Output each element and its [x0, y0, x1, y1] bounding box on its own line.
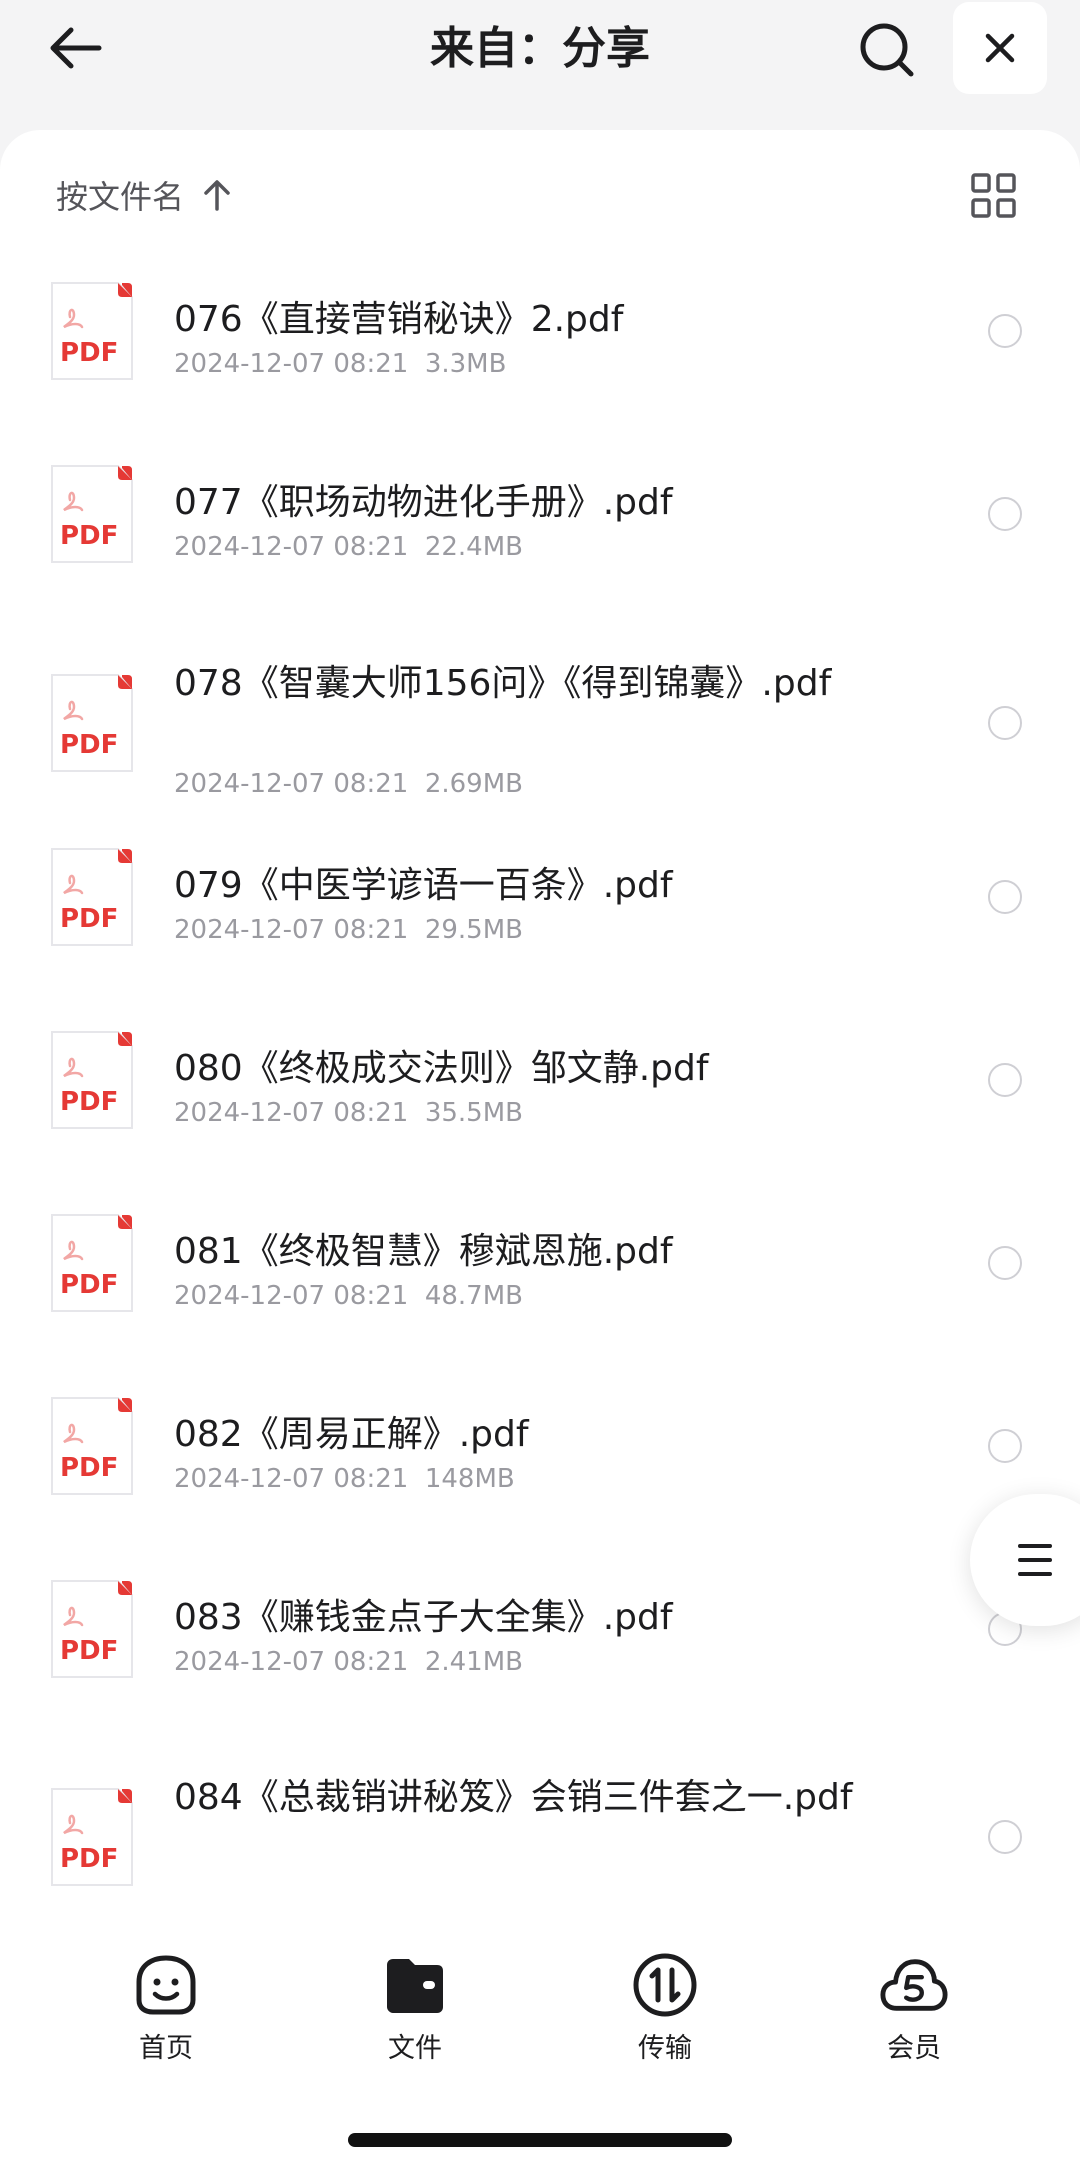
- file-meta: 2024-12-07 08:21 2.69MB: [174, 766, 523, 802]
- pdf-label: PDF: [60, 338, 118, 368]
- file-size: 2.41MB: [424, 1647, 523, 1677]
- select-radio[interactable]: [988, 706, 1022, 740]
- menu-icon: [1018, 1544, 1052, 1576]
- nav-item-member[interactable]: 会员: [824, 1950, 1004, 2070]
- file-meta: 2024-12-07 08:21 148MB: [174, 1461, 515, 1497]
- nav-item-files[interactable]: 文件: [325, 1950, 505, 2070]
- file-date: 2024-12-07 08:21: [174, 915, 409, 945]
- file-name: 080《终极成交法则》邹文静.pdf: [174, 1048, 709, 1089]
- nav-item-transfer[interactable]: 传输: [575, 1950, 755, 2070]
- file-sheet: 按文件名 PDF 076《直接营销秘诀》2.pdf 2024-12-07 08:21…: [0, 130, 1080, 2172]
- file-name: 081《终极智慧》穆斌恩施.pdf: [174, 1231, 673, 1272]
- file-name: 084《总裁销讲秘笈》会销三件套之一.pdf: [174, 1777, 853, 1818]
- sort-control[interactable]: 按文件名: [56, 170, 232, 220]
- grid-icon: [971, 173, 1016, 218]
- select-radio[interactable]: [988, 1063, 1022, 1097]
- select-radio[interactable]: [988, 497, 1022, 531]
- pdf-label: PDF: [60, 730, 118, 760]
- pdf-label: PDF: [60, 904, 118, 934]
- smile-face-icon: [136, 1955, 196, 2015]
- search-button[interactable]: [852, 18, 922, 82]
- pdf-file-icon: PDF: [50, 673, 134, 773]
- pdf-file-icon: PDF: [50, 1213, 134, 1313]
- nav-label: 传输: [638, 2033, 692, 2064]
- close-button[interactable]: [953, 2, 1047, 94]
- file-name: 078《智囊大师156问》《得到锦囊》.pdf: [174, 663, 832, 704]
- home-indicator: [348, 2133, 732, 2147]
- cloud-icon: [880, 1959, 948, 2011]
- file-meta: 2024-12-07 08:21 35.5MB: [174, 1095, 523, 1131]
- arrow-up-icon: [204, 180, 230, 211]
- app-root: 来自：分享 按文件名 PDF 076《直接营销秘诀》2.pdf 2024-12-…: [0, 0, 1080, 2172]
- pdf-label: PDF: [60, 1270, 118, 1300]
- file-row[interactable]: PDF 082《周易正解》.pdf 2024-12-07 08:21 148MB: [0, 1395, 1080, 1537]
- file-meta: [174, 1880, 191, 1916]
- select-radio[interactable]: [988, 314, 1022, 348]
- file-name: 083《赚钱金点子大全集》.pdf: [174, 1597, 673, 1638]
- pdf-file-icon: PDF: [50, 1787, 134, 1887]
- pdf-label: PDF: [60, 1087, 118, 1117]
- select-radio[interactable]: [988, 880, 1022, 914]
- folder-icon: [387, 1959, 443, 2013]
- select-radio[interactable]: [988, 1820, 1022, 1854]
- file-size: 2.69MB: [424, 769, 523, 799]
- file-size: 29.5MB: [424, 915, 523, 945]
- pdf-label: PDF: [60, 1844, 118, 1874]
- pdf-label: PDF: [60, 521, 118, 551]
- file-size: 22.4MB: [424, 532, 523, 562]
- pdf-file-icon: PDF: [50, 847, 134, 947]
- file-date: 2024-12-07 08:21: [174, 1647, 409, 1677]
- pdf-label: PDF: [60, 1636, 118, 1666]
- file-meta: 2024-12-07 08:21 48.7MB: [174, 1278, 523, 1314]
- pdf-file-icon: PDF: [50, 1579, 134, 1679]
- file-meta: 2024-12-07 08:21 3.3MB: [174, 346, 506, 382]
- file-date: 2024-12-07 08:21: [174, 769, 409, 799]
- file-date: 2024-12-07 08:21: [174, 1098, 409, 1128]
- pdf-file-icon: PDF: [50, 281, 134, 381]
- file-row[interactable]: PDF 077《职场动物进化手册》.pdf 2024-12-07 08:21 22.…: [0, 463, 1080, 605]
- file-list: PDF 076《直接营销秘诀》2.pdf 2024-12-07 08:21 3.3M…: [0, 280, 1080, 2060]
- file-row[interactable]: PDF 080《终极成交法则》邹文静.pdf 2024-12-07 08:21 35…: [0, 1029, 1080, 1171]
- search-icon: [860, 23, 914, 77]
- file-date: 2024-12-07 08:21: [174, 532, 409, 562]
- file-date: 2024-12-07 08:21: [174, 1464, 409, 1494]
- nav-item-home[interactable]: 首页: [76, 1950, 256, 2070]
- file-size: 35.5MB: [424, 1098, 523, 1128]
- file-row[interactable]: PDF 078《智囊大师156问》《得到锦囊》.pdf 2024-12-07 08:…: [0, 644, 1080, 842]
- nav-label: 首页: [139, 2033, 193, 2064]
- close-icon: [985, 33, 1015, 63]
- file-row[interactable]: PDF 083《赚钱金点子大全集》.pdf 2024-12-07 08:21 2.4…: [0, 1578, 1080, 1720]
- file-meta: 2024-12-07 08:21 29.5MB: [174, 912, 523, 948]
- select-radio[interactable]: [988, 1246, 1022, 1280]
- header: 来自：分享: [0, 0, 1080, 120]
- file-meta: 2024-12-07 08:21 22.4MB: [174, 529, 523, 565]
- file-name: 076《直接营销秘诀》2.pdf: [174, 299, 624, 340]
- nav-label: 会员: [887, 2033, 941, 2064]
- grid-view-button[interactable]: [968, 170, 1020, 222]
- file-row[interactable]: PDF 084《总裁销讲秘笈》会销三件套之一.pdf: [0, 1758, 1080, 1956]
- file-name: 079《中医学谚语一百条》.pdf: [174, 865, 673, 906]
- pdf-label: PDF: [60, 1453, 118, 1483]
- file-row[interactable]: PDF 079《中医学谚语一百条》.pdf 2024-12-07 08:21 29.…: [0, 846, 1080, 988]
- pdf-file-icon: PDF: [50, 1396, 134, 1496]
- select-radio[interactable]: [988, 1429, 1022, 1463]
- file-name: 077《职场动物进化手册》.pdf: [174, 482, 673, 523]
- file-size: 148MB: [424, 1464, 515, 1494]
- transfer-icon: [633, 1953, 697, 2017]
- file-date: 2024-12-07 08:21: [174, 349, 409, 379]
- file-name: 082《周易正解》.pdf: [174, 1414, 529, 1455]
- file-size: 3.3MB: [424, 349, 507, 379]
- file-date: 2024-12-07 08:21: [174, 1281, 409, 1311]
- file-size: 48.7MB: [424, 1281, 523, 1311]
- sort-label: 按文件名: [56, 178, 185, 216]
- pdf-file-icon: PDF: [50, 1030, 134, 1130]
- file-row[interactable]: PDF 081《终极智慧》穆斌恩施.pdf 2024-12-07 08:21 48.…: [0, 1212, 1080, 1354]
- nav-label: 文件: [388, 2033, 442, 2064]
- file-row[interactable]: PDF 076《直接营销秘诀》2.pdf 2024-12-07 08:21 3.3M…: [0, 280, 1080, 422]
- file-meta: 2024-12-07 08:21 2.41MB: [174, 1644, 523, 1680]
- pdf-file-icon: PDF: [50, 464, 134, 564]
